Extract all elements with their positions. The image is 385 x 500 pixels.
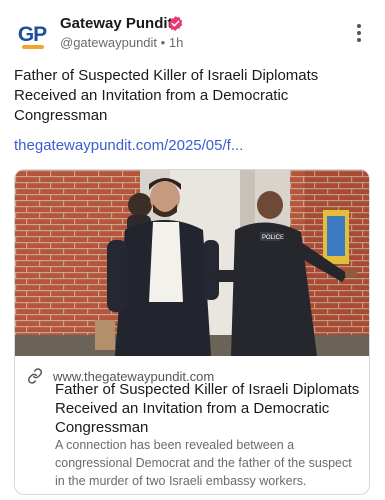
handle-line: @gatewaypundit • 1h <box>60 35 183 50</box>
card-image[interactable]: POLICE <box>15 170 369 356</box>
more-vertical-icon <box>357 24 361 28</box>
post-link[interactable]: thegatewaypundit.com/2025/05/f... <box>14 137 243 154</box>
post-text: Father of Suspected Killer of Israeli Di… <box>14 67 319 124</box>
card-description: A connection has been revealed between a… <box>55 438 352 488</box>
link-icon <box>27 368 43 384</box>
more-options-button[interactable] <box>350 22 368 44</box>
post-header: GP Gateway Pundit @gatewaypundit • 1h <box>0 0 385 62</box>
avatar[interactable]: GP <box>13 16 51 54</box>
author-handle[interactable]: @gatewaypundit <box>60 35 157 50</box>
more-dot <box>357 38 361 42</box>
post-time[interactable]: 1h <box>169 35 183 50</box>
avatar-logo-text: GP <box>17 23 47 46</box>
card-title[interactable]: Father of Suspected Killer of Israeli Di… <box>55 380 360 437</box>
more-dot <box>357 31 361 35</box>
separator-dot: • <box>160 35 166 50</box>
police-badge-text: POLICE <box>262 235 284 241</box>
verified-badge-icon <box>168 16 183 31</box>
avatar-swoosh-icon <box>22 45 44 49</box>
article-photo: POLICE <box>15 170 369 356</box>
link-preview-card[interactable]: POLICE www.thegatewaypundit.com Father o… <box>14 169 370 495</box>
author-name[interactable]: Gateway Pundit <box>60 15 173 32</box>
